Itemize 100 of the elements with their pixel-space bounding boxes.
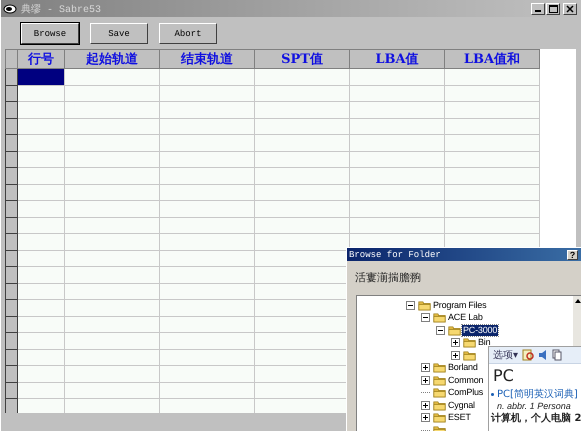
column-header[interactable]: 起始轨道 [64,50,160,68]
minimize-button[interactable] [531,2,545,14]
table-cell[interactable] [64,68,160,85]
table-cell[interactable] [64,234,160,250]
toolbar-button[interactable]: Abort [159,23,217,44]
folder-item[interactable]: Borland [447,362,479,374]
options-menu[interactable]: 选项▾ [493,348,518,362]
folder-item[interactable]: Program Files [432,300,488,311]
table-cell[interactable] [444,68,540,85]
table-cell[interactable] [64,382,160,398]
row-header[interactable] [6,316,18,332]
table-cell[interactable] [444,168,540,184]
table-cell[interactable] [64,398,160,413]
table-cell[interactable] [64,151,160,168]
table-cell[interactable] [64,349,160,366]
table-cell[interactable] [254,151,350,168]
table-cell[interactable] [18,118,64,134]
table-cell[interactable] [160,283,254,300]
table-cell[interactable] [18,250,64,266]
table-cell[interactable] [350,102,444,118]
folder-item[interactable]: ESET [447,412,472,424]
table-cell[interactable] [64,366,160,382]
row-header[interactable] [6,118,18,134]
table-cell[interactable] [160,250,254,266]
table-cell[interactable] [254,168,350,184]
row-header[interactable] [6,151,18,168]
table-cell[interactable] [444,134,540,151]
table-cell[interactable] [160,85,254,102]
folder-item[interactable]: Common [447,374,484,386]
table-cell[interactable] [64,102,160,118]
folder-item[interactable]: PC-3000 [462,324,498,336]
table-cell[interactable] [64,168,160,184]
toolbar-button[interactable]: Browse [21,23,79,44]
dictionary-entry-link[interactable]: PC[简明英汉词典] [497,387,578,401]
table-cell[interactable] [350,134,444,151]
row-header[interactable] [6,398,18,413]
table-cell[interactable] [350,85,444,102]
column-header[interactable]: SPT值 [254,50,350,68]
table-cell[interactable] [18,349,64,366]
table-cell[interactable] [160,134,254,151]
row-header[interactable] [6,382,18,398]
table-cell[interactable] [18,300,64,316]
expand-icon[interactable] [451,350,460,360]
table-cell[interactable] [18,68,64,85]
table-cell[interactable] [254,68,350,85]
folder-item[interactable]: Bin [477,337,492,348]
collapse-icon[interactable] [421,313,430,322]
table-cell[interactable] [350,217,444,234]
row-header[interactable] [6,332,18,349]
folder-item[interactable]: Cygnal [447,400,476,411]
table-cell[interactable] [254,118,350,134]
table-cell[interactable] [444,184,540,200]
collapse-icon[interactable] [406,300,415,310]
table-cell[interactable] [444,85,540,102]
row-header[interactable] [6,184,18,200]
expand-icon[interactable] [421,400,430,410]
table-cell[interactable] [160,382,254,398]
folder-item[interactable]: ACE Lab [447,312,484,324]
table-cell[interactable] [160,349,254,366]
table-cell[interactable] [160,168,254,184]
row-header[interactable] [6,85,18,102]
table-cell[interactable] [254,184,350,200]
table-cell[interactable] [444,217,540,234]
table-cell[interactable] [160,102,254,118]
table-cell[interactable] [160,184,254,200]
row-header[interactable] [6,266,18,283]
table-cell[interactable] [350,68,444,85]
table-cell[interactable] [18,283,64,300]
maximize-button[interactable] [546,2,560,14]
table-cell[interactable] [160,68,254,85]
table-cell[interactable] [350,151,444,168]
table-cell[interactable] [18,332,64,349]
expand-icon[interactable] [421,363,430,372]
expand-icon[interactable] [421,376,430,385]
table-cell[interactable] [444,200,540,217]
row-header[interactable] [6,200,18,217]
expand-icon[interactable] [451,338,460,348]
table-cell[interactable] [350,200,444,217]
table-cell[interactable] [18,102,64,118]
table-cell[interactable] [18,398,64,413]
row-header[interactable] [6,134,18,151]
table-cell[interactable] [444,102,540,118]
table-cell[interactable] [64,266,160,283]
table-cell[interactable] [64,85,160,102]
row-header[interactable] [6,366,18,382]
table-cell[interactable] [64,316,160,332]
table-cell[interactable] [350,118,444,134]
table-cell[interactable] [18,134,64,151]
table-cell[interactable] [64,134,160,151]
table-cell[interactable] [64,118,160,134]
table-cell[interactable] [64,184,160,200]
column-header[interactable]: LBA值 [350,50,444,68]
close-button[interactable] [563,2,577,14]
folder-item[interactable]: ComPlus [447,387,484,398]
table-cell[interactable] [160,200,254,217]
row-header[interactable] [6,68,18,85]
scrollbar[interactable] [573,296,581,346]
table-cell[interactable] [18,217,64,234]
column-header[interactable]: LBA值和 [444,50,540,68]
table-cell[interactable] [160,366,254,382]
